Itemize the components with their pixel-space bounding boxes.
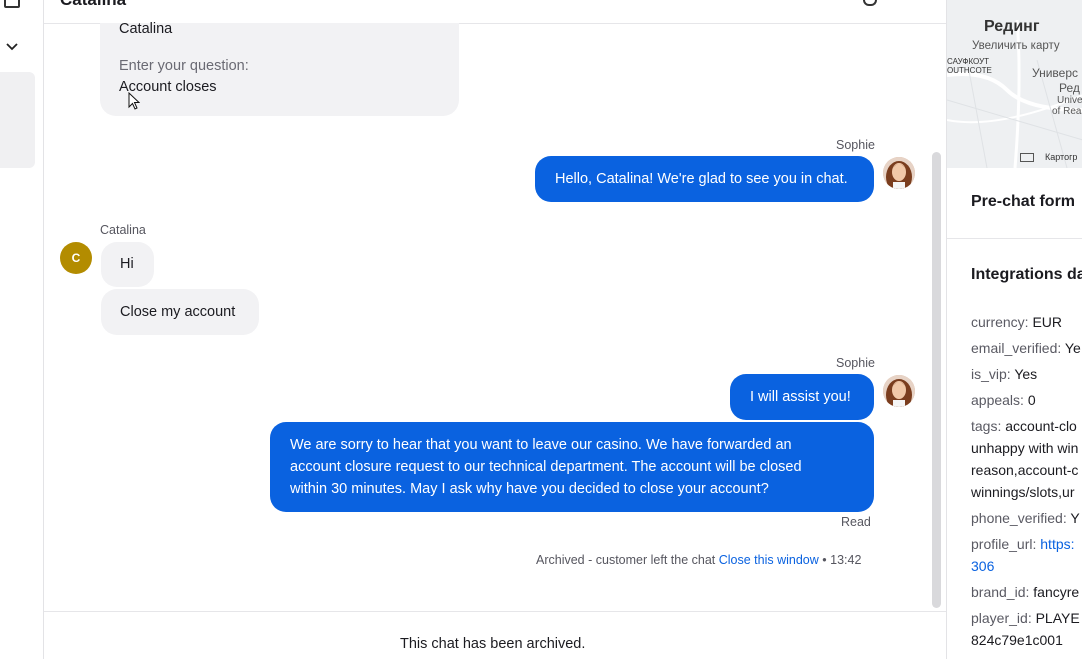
customer-message-text: Hi [120,256,134,272]
agent-name: Sophie [836,356,875,370]
field-value: Yes [1014,366,1038,382]
prechat-section-title[interactable]: Pre-chat form [971,193,1075,211]
customer-message: Close my account [101,289,259,335]
header-icon[interactable] [863,0,877,6]
field-row: is_vip: Yes [971,366,1082,392]
map-label: Универс [1032,66,1079,80]
field-row: email_verified: Ye [971,340,1082,366]
field-row: brand_id: fancyre [971,584,1082,610]
prechat-name: Catalina [119,21,173,37]
system-message-text: Archived - customer left the chat [536,553,716,567]
agent-name: Sophie [836,138,875,152]
system-message-time: • 13:42 [822,553,862,567]
field-key: email_verified: [971,340,1062,356]
field-row: reason,account-c [971,462,1082,484]
archived-footer: This chat has been archived. [44,611,946,660]
details-panel: Рединг Увеличить карту САУФКОУТ OUTHCOTE… [946,0,1082,659]
profile-url-link[interactable]: https: [1040,536,1074,552]
keyboard-icon[interactable] [1020,153,1034,162]
rail-icon[interactable] [4,0,20,8]
field-value: EUR [1032,314,1063,330]
field-row: player_id: PLAYE [971,610,1082,632]
field-value: unhappy with win [971,440,1079,456]
field-value: account-clo [1005,418,1077,434]
field-row: 824c79e1c001 [971,632,1082,654]
field-value: winnings/slots,ur [971,484,1075,500]
field-key: appeals: [971,392,1024,408]
agent-message-line: account closure request to our technical… [290,459,802,475]
prechat-bubble: Catalina Enter your question: Account cl… [100,21,459,116]
profile-url-link[interactable]: 306 [971,558,994,574]
map-label: Ред [1059,81,1080,95]
close-window-link[interactable]: Close this window [719,553,819,567]
field-row: profile_url: https: [971,536,1082,558]
agent-message: Hello, Catalina! We're glad to see you i… [535,156,874,202]
field-key: player_id: [971,610,1032,626]
map-label: OUTHCOTE [947,66,992,75]
field-value: Ye [1064,340,1081,356]
field-row: phone_verified: Y [971,510,1082,536]
field-key: profile_url: [971,536,1037,552]
field-row: 306 [971,558,1082,584]
rail-selected-card[interactable] [0,72,35,168]
chat-scrollbar[interactable] [932,152,941,608]
chevron-down-icon[interactable] [6,40,18,52]
read-status: Read [841,515,871,529]
map-label: САУФКОУТ [947,57,990,66]
prechat-question-label: Enter your question: [119,58,249,74]
field-row: winnings/slots,ur [971,484,1082,510]
customer-avatar-initial: C [71,251,81,265]
field-key: is_vip: [971,366,1011,382]
agent-message-text: I will assist you! [750,389,851,405]
field-value: reason,account-c [971,462,1079,478]
agent-avatar [883,375,915,407]
agent-message-line: We are sorry to hear that you want to le… [290,437,792,453]
left-rail [0,0,44,659]
field-value: fancyre [1033,584,1080,600]
map-attribution: Картогр [1045,152,1078,162]
customer-name: Catalina [100,223,146,237]
integrations-section-title[interactable]: Integrations da [971,266,1082,284]
enlarge-map-link[interactable]: Увеличить карту [972,40,1060,52]
field-key: brand_id: [971,584,1030,600]
chat-header: Catalina [44,0,946,24]
field-row: currency: EUR [971,314,1082,340]
location-map[interactable]: Рединг Увеличить карту САУФКОУТ OUTHCOTE… [947,0,1082,168]
chat-title: Catalina [60,0,126,10]
agent-message: I will assist you! [730,374,874,420]
field-key: tags: [971,418,1002,434]
field-key: currency: [971,314,1029,330]
customer-message: Hi [101,242,154,287]
chat-main: Catalina Catalina Enter your question: A… [44,0,946,660]
map-label: Unive [1057,95,1082,106]
agent-avatar [883,157,915,189]
field-value: Y [1070,510,1080,526]
agent-message-line: within 30 minutes. May I ask why have yo… [290,481,769,497]
customer-avatar: C [60,242,92,274]
map-label: of Rea [1052,106,1082,117]
divider [947,238,1082,239]
agent-message-text: Hello, Catalina! We're glad to see you i… [555,171,848,187]
map-city-label: Рединг [984,18,1040,35]
mouse-cursor-icon [128,91,141,115]
field-row: unhappy with win [971,440,1082,462]
field-value: PLAYE [1035,610,1080,626]
integrations-fields: currency: EUR email_verified: Ye is_vip:… [971,314,1082,654]
system-message: Archived - customer left the chat Close … [536,553,861,567]
field-row: tags: account-clo [971,418,1082,440]
field-value: 824c79e1c001 [971,632,1063,648]
agent-message: We are sorry to hear that you want to le… [270,422,874,512]
archived-text: This chat has been archived. [400,636,586,652]
field-row: appeals: 0 [971,392,1082,418]
customer-message-text: Close my account [120,304,236,320]
field-value: 0 [1027,392,1036,408]
field-key: phone_verified: [971,510,1067,526]
